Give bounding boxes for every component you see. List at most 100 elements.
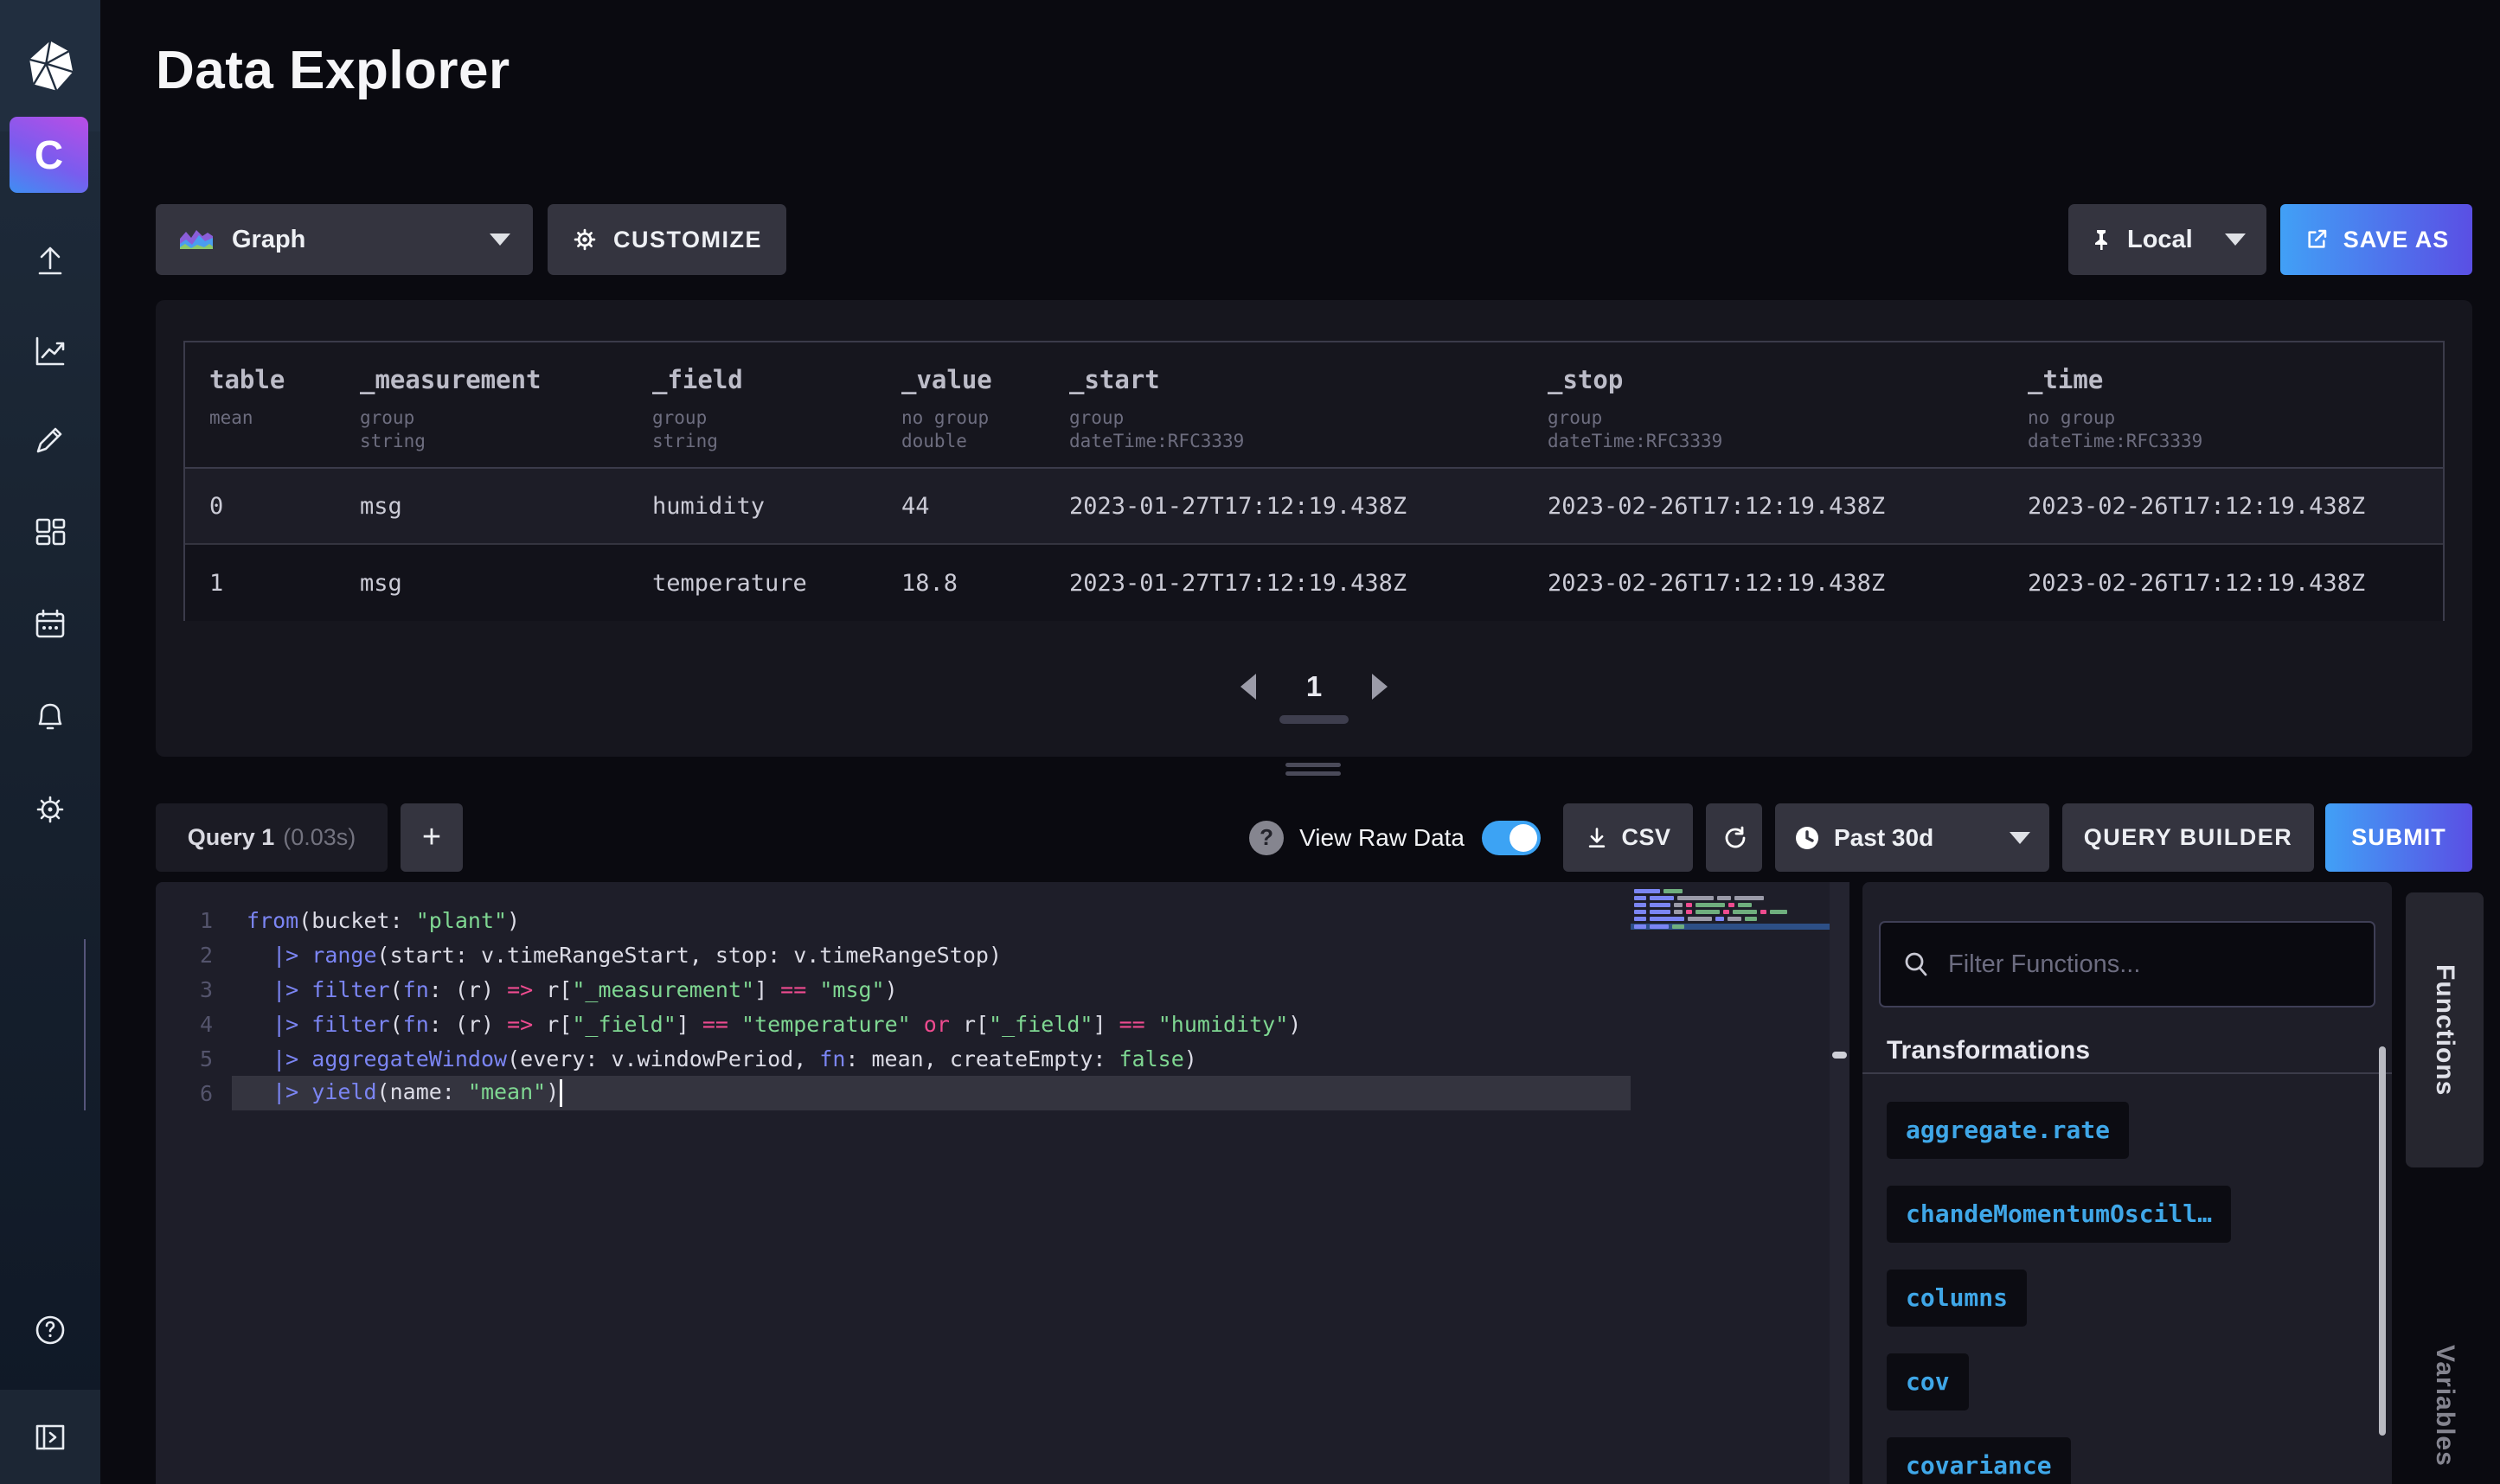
org-avatar[interactable]: C	[10, 117, 88, 193]
prev-page-icon[interactable]	[1240, 674, 1256, 700]
editor-scrollbar[interactable]	[1830, 882, 1849, 1484]
function-chip[interactable]: cov	[1887, 1353, 1969, 1410]
divider	[1862, 1072, 2392, 1074]
csv-download-button[interactable]: CSV	[1563, 803, 1693, 872]
panel-resize-handle[interactable]	[1285, 763, 1341, 780]
table-column-header: tablemean	[209, 342, 285, 430]
function-chip[interactable]: aggregate.rate	[1887, 1102, 2129, 1159]
search-icon	[1901, 950, 1931, 979]
clock-icon	[1794, 825, 1820, 851]
sidebar-item-tasks[interactable]	[31, 605, 69, 643]
minimap-line	[1631, 924, 1830, 930]
sidebar-item-settings[interactable]	[31, 790, 69, 828]
pin-icon	[2089, 227, 2113, 252]
calendar-icon	[31, 605, 69, 643]
search-input[interactable]	[1948, 950, 2353, 979]
query-toolbar-right: ? View Raw Data CSV Past 30d QUERY BUILD…	[1249, 803, 2472, 872]
flux-code-editor[interactable]: 1from(bucket: "plant")2 |> range(start: …	[156, 882, 1849, 1484]
tab-variables[interactable]: Variables	[2406, 1314, 2484, 1484]
table-row: 1msgtemperature18.82023-01-27T17:12:19.4…	[185, 545, 2443, 621]
table-column-header: _timeno groupdateTime:RFC3339	[2028, 342, 2202, 453]
function-chip[interactable]: covariance	[1887, 1437, 2071, 1484]
chevron-down-icon	[490, 233, 510, 246]
raw-data-panel: tablemean_measurementgroupstring_fieldgr…	[156, 300, 2472, 757]
table-cell: 44	[901, 493, 930, 520]
save-as-button[interactable]: SAVE AS	[2280, 204, 2472, 275]
plus-icon: +	[422, 819, 441, 856]
raw-data-table: tablemean_measurementgroupstring_fieldgr…	[183, 341, 2445, 621]
scope-dropdown[interactable]: Local	[2068, 204, 2266, 275]
sidebar-item-alerts[interactable]	[31, 698, 69, 736]
table-header-row: tablemean_measurementgroupstring_fieldgr…	[185, 342, 2443, 469]
table-column-header: _startgroupdateTime:RFC3339	[1069, 342, 1244, 453]
code-line[interactable]: 2 |> range(start: v.timeRangeStart, stop…	[156, 937, 1849, 972]
code-line[interactable]: 6 |> yield(name: "mean")	[156, 1076, 1849, 1110]
next-page-icon[interactable]	[1372, 674, 1388, 700]
table-cell: humidity	[652, 493, 765, 520]
query-duration: (0.03s)	[283, 824, 356, 851]
table-column-header: _stopgroupdateTime:RFC3339	[1548, 342, 1722, 453]
minimap-line	[1631, 903, 1830, 907]
sidebar-expand-button[interactable]	[0, 1390, 100, 1484]
functions-panel: Transformations aggregate.ratechandeMome…	[1862, 882, 2392, 1484]
time-range-label: Past 30d	[1834, 824, 1933, 852]
code-line[interactable]: 1from(bucket: "plant")	[156, 903, 1849, 937]
time-range-dropdown[interactable]: Past 30d	[1775, 803, 2049, 872]
table-cell: msg	[360, 493, 402, 520]
submit-button[interactable]: SUBMIT	[2325, 803, 2472, 872]
sidebar-item-data-explorer[interactable]	[31, 332, 69, 370]
function-chip[interactable]: columns	[1887, 1270, 2027, 1327]
view-type-dropdown[interactable]: Graph	[156, 204, 533, 275]
minimap-line	[1631, 910, 1830, 914]
code-line[interactable]: 5 |> aggregateWindow(every: v.windowPeri…	[156, 1041, 1849, 1076]
tab-functions[interactable]: Functions	[2406, 892, 2484, 1167]
org-avatar-label: C	[35, 131, 63, 178]
bell-icon	[31, 698, 69, 736]
sidebar-item-dashboards[interactable]	[31, 514, 69, 552]
toggle-knob	[1510, 824, 1537, 852]
code-line[interactable]: 4 |> filter(fn: (r) => r["_field"] == "t…	[156, 1007, 1849, 1041]
sidebar: C	[0, 0, 100, 1484]
customize-label: CUSTOMIZE	[613, 227, 762, 253]
chevron-down-icon	[2225, 233, 2246, 246]
minimap-line	[1631, 917, 1830, 921]
table-column-header: _valueno groupdouble	[901, 342, 992, 453]
query-tab-label: Query 1	[188, 824, 275, 851]
function-chip[interactable]: chandeMomentumOscill…	[1887, 1186, 2231, 1243]
gear-icon	[572, 227, 598, 253]
functions-scrollbar-thumb[interactable]	[2379, 1046, 2386, 1436]
help-badge-icon[interactable]: ?	[1249, 821, 1284, 855]
editor-scrollbar-thumb[interactable]	[1832, 1052, 1847, 1059]
view-raw-data-toggle[interactable]	[1482, 821, 1541, 855]
line-chart-icon	[31, 332, 69, 370]
customize-button[interactable]: CUSTOMIZE	[548, 204, 786, 275]
table-cell: 0	[209, 493, 223, 520]
table-cell: 2023-01-27T17:12:19.438Z	[1069, 570, 1407, 597]
minimap-line	[1631, 896, 1830, 900]
minimap-line	[1631, 889, 1830, 893]
table-column-header: _fieldgroupstring	[652, 342, 743, 453]
pagination: 1	[156, 670, 2472, 703]
add-query-button[interactable]: +	[401, 803, 463, 872]
table-cell: msg	[360, 570, 402, 597]
filter-functions-search[interactable]	[1879, 921, 2375, 1007]
dashboards-grid-icon	[31, 514, 69, 552]
sidebar-item-load-data[interactable]	[31, 240, 69, 278]
download-icon	[1585, 826, 1609, 850]
table-cell: 2023-02-26T17:12:19.438Z	[1548, 570, 1885, 597]
code-line[interactable]: 3 |> filter(fn: (r) => r["_measurement"]…	[156, 972, 1849, 1007]
pencil-icon	[31, 420, 69, 458]
export-icon	[2304, 227, 2330, 253]
chevron-down-icon	[2010, 832, 2030, 844]
refresh-button[interactable]	[1706, 803, 1762, 872]
scope-label: Local	[2127, 226, 2193, 254]
save-as-label: SAVE AS	[2343, 227, 2450, 253]
view-raw-data-label: View Raw Data	[1299, 824, 1465, 852]
table-horizontal-scrollbar[interactable]	[1279, 715, 1349, 724]
editor-minimap[interactable]	[1631, 889, 1830, 932]
app-root: C	[0, 0, 2500, 1484]
query-tab[interactable]: Query 1 (0.03s)	[156, 803, 388, 872]
query-builder-button[interactable]: QUERY BUILDER	[2062, 803, 2314, 872]
sidebar-item-notebooks[interactable]	[31, 420, 69, 458]
sidebar-item-help[interactable]	[31, 1311, 69, 1349]
